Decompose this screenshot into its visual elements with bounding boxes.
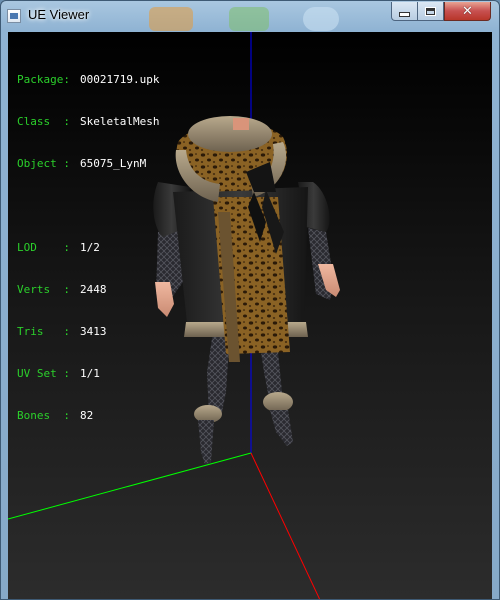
desktop-blur-shape xyxy=(303,7,339,31)
ue-viewer-window: UE Viewer ✕ Package: 00021719.upk Class … xyxy=(0,0,500,600)
info-label: Object : xyxy=(17,157,70,170)
info-value: 1/2 xyxy=(80,241,100,254)
info-row-uv-set: UV Set : 1/1 xyxy=(17,367,159,381)
info-row-bones: Bones : 82 xyxy=(17,409,159,423)
info-label: LOD : xyxy=(17,241,70,254)
3d-viewport[interactable]: Package: 00021719.upk Class : SkeletalMesh… xyxy=(8,32,492,599)
info-label: Package: xyxy=(17,73,70,86)
close-icon: ✕ xyxy=(462,3,473,19)
info-row-object: Object : 65075_LynM xyxy=(17,157,159,171)
minimize-button[interactable] xyxy=(391,2,418,21)
info-label: Verts : xyxy=(17,283,70,296)
maximize-button[interactable] xyxy=(417,2,444,21)
minimize-icon xyxy=(399,11,410,17)
window-title: UE Viewer xyxy=(28,7,90,22)
desktop-blur-shape xyxy=(229,7,269,31)
info-value: 65075_LynM xyxy=(80,157,147,170)
maximize-icon xyxy=(425,6,436,16)
info-label: Class : xyxy=(17,115,70,128)
close-button[interactable]: ✕ xyxy=(444,2,491,21)
info-value: 2448 xyxy=(80,283,107,296)
info-row-verts: Verts : 2448 xyxy=(17,283,159,297)
info-row-tris: Tris : 3413 xyxy=(17,325,159,339)
info-label: Tris : xyxy=(17,325,70,338)
info-row-package: Package: 00021719.upk xyxy=(17,73,159,87)
info-value: 00021719.upk xyxy=(80,73,160,86)
info-row-class: Class : SkeletalMesh xyxy=(17,115,159,129)
info-label: Bones : xyxy=(17,409,70,422)
info-row-lod: LOD : 1/2 xyxy=(17,241,159,255)
info-value: SkeletalMesh xyxy=(80,115,160,128)
info-value: 3413 xyxy=(80,325,107,338)
mesh-info-panel: Package: 00021719.upk Class : SkeletalMesh… xyxy=(17,45,159,451)
desktop-blur-shape xyxy=(149,7,193,31)
info-value: 82 xyxy=(80,409,94,422)
app-icon[interactable] xyxy=(7,9,21,23)
title-bar[interactable]: UE Viewer ✕ xyxy=(1,1,499,31)
info-value: 1/1 xyxy=(80,367,100,380)
info-label: UV Set : xyxy=(17,367,70,380)
